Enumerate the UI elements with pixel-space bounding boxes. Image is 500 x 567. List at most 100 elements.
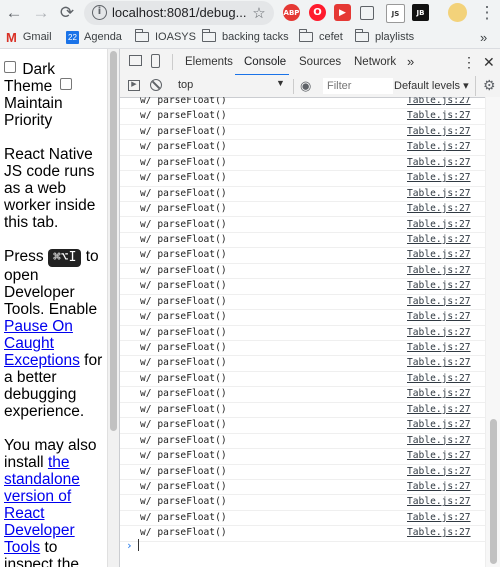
log-source-link[interactable]: Table.js:27	[407, 280, 471, 291]
console-scrollbar[interactable]	[485, 97, 500, 567]
folder-icon	[134, 29, 149, 42]
folder-icon	[298, 29, 313, 42]
tab-elements[interactable]: Elements	[185, 49, 233, 75]
js-extension-icon[interactable]: JS	[386, 4, 405, 23]
log-source-link[interactable]: Table.js:27	[407, 249, 471, 260]
video-extension-icon[interactable]: ▶	[334, 4, 351, 21]
console-prompt[interactable]: ›	[120, 537, 485, 555]
log-source-link[interactable]: Table.js:27	[407, 373, 471, 384]
console-filter-input[interactable]	[323, 78, 393, 94]
console-log-row: w/ parseFloat() Table.js:27	[120, 341, 485, 357]
tab-sources[interactable]: Sources	[299, 49, 341, 75]
screen-capture-icon[interactable]	[360, 6, 374, 20]
console-log-row: w/ parseFloat() Table.js:27	[120, 326, 485, 341]
bookmark-backing-tacks[interactable]: backing tacks	[201, 29, 289, 45]
bookmark-agenda[interactable]: 22 Agenda	[66, 29, 122, 45]
log-source-link[interactable]: Table.js:27	[407, 466, 471, 477]
log-message: w/ parseFloat()	[140, 110, 227, 122]
log-message: w/ parseFloat()	[140, 481, 227, 492]
tab-network[interactable]: Network	[354, 49, 396, 75]
console-log-row: w/ parseFloat() Table.js:27	[120, 279, 485, 295]
info-icon[interactable]: i	[92, 5, 107, 20]
console-settings-gear-icon[interactable]: ⚙	[483, 77, 496, 94]
log-source-link[interactable]: Table.js:27	[407, 188, 471, 199]
log-message: w/ parseFloat()	[140, 141, 227, 153]
log-message: w/ parseFloat()	[140, 295, 227, 307]
press-text: Press	[4, 248, 44, 265]
tab-console[interactable]: Console	[244, 49, 286, 75]
device-toolbar-icon[interactable]	[151, 54, 160, 68]
bookmark-star-icon[interactable]: ☆	[248, 2, 270, 24]
log-source-link[interactable]: Table.js:27	[407, 126, 471, 137]
log-levels-dropdown[interactable]: Default levels ▾	[394, 78, 469, 94]
eye-icon[interactable]: ◉	[300, 79, 311, 93]
context-selector[interactable]: top ▼	[170, 78, 288, 94]
log-message: w/ parseFloat()	[140, 249, 227, 261]
log-source-link[interactable]: Table.js:27	[407, 234, 471, 245]
forward-arrow-icon[interactable]: →	[30, 2, 52, 24]
url-text[interactable]: localhost:8081/debug...	[112, 5, 246, 20]
log-message: w/ parseFloat()	[140, 125, 227, 137]
adblock-extension-icon[interactable]: ABP	[283, 4, 300, 21]
show-sidebar-icon[interactable]: ▶	[128, 80, 140, 91]
console-messages: w/ parseFloat() Table.js:27 w/ parseFloat(…	[120, 97, 485, 567]
log-source-link[interactable]: Table.js:27	[407, 219, 471, 230]
address-bar[interactable]: i localhost:8081/debug...	[84, 1, 274, 25]
log-source-link[interactable]: Table.js:27	[407, 141, 471, 152]
log-source-link[interactable]: Table.js:27	[407, 435, 471, 446]
log-source-link[interactable]: Table.js:27	[407, 97, 471, 106]
more-tabs-button[interactable]: »	[407, 49, 414, 75]
maintain-priority-checkbox[interactable]	[59, 78, 72, 90]
log-source-link[interactable]: Table.js:27	[407, 110, 471, 121]
log-source-link[interactable]: Table.js:27	[407, 172, 471, 183]
console-log-row: w/ parseFloat() Table.js:27	[120, 434, 485, 450]
devtools-menu-icon[interactable]: ⋮	[462, 49, 476, 75]
page-scrollbar-thumb[interactable]	[110, 51, 117, 431]
bookmark-ioasys[interactable]: IOASYS	[134, 29, 196, 45]
log-source-link[interactable]: Table.js:27	[407, 296, 471, 307]
log-source-link[interactable]: Table.js:27	[407, 311, 471, 322]
log-source-link[interactable]: Table.js:27	[407, 388, 471, 399]
log-source-link[interactable]: Table.js:27	[407, 157, 471, 168]
log-source-link[interactable]: Table.js:27	[407, 203, 471, 214]
log-source-link[interactable]: Table.js:27	[407, 512, 471, 523]
chevron-down-icon: ▼	[276, 78, 285, 88]
reload-icon[interactable]: ⟳	[56, 2, 78, 24]
close-devtools-icon[interactable]: ✕	[483, 49, 495, 75]
jb-extension-icon[interactable]: JB	[412, 4, 429, 21]
pause-on-exceptions-link[interactable]: Pause On Caught Exceptions	[4, 318, 80, 369]
log-source-link[interactable]: Table.js:27	[407, 419, 471, 430]
log-source-link[interactable]: Table.js:27	[407, 404, 471, 415]
console-log-row: w/ parseFloat() Table.js:27	[120, 187, 485, 203]
bookmark-label: playlists	[375, 31, 415, 43]
bookmarks-bar: M Gmail 22 Agenda IOASYS backing tacks c…	[0, 26, 500, 49]
devtools-tabbar: Elements Console Sources Network » ⋮ ✕	[120, 49, 500, 76]
chrome-menu-icon[interactable]: ⋮	[476, 2, 498, 24]
log-source-link[interactable]: Table.js:27	[407, 342, 471, 353]
log-message: w/ parseFloat()	[140, 403, 227, 415]
inspect-element-icon[interactable]	[129, 55, 142, 66]
console-scrollbar-thumb[interactable]	[490, 419, 497, 564]
opera-extension-icon[interactable]: O	[309, 4, 326, 21]
bookmark-gmail[interactable]: M Gmail	[6, 29, 52, 45]
page-scrollbar[interactable]	[107, 49, 119, 567]
log-source-link[interactable]: Table.js:27	[407, 450, 471, 461]
log-message: w/ parseFloat()	[140, 465, 227, 477]
back-arrow-icon[interactable]: ←	[3, 2, 25, 24]
bookmark-playlists[interactable]: playlists	[354, 29, 415, 45]
log-source-link[interactable]: Table.js:27	[407, 357, 471, 368]
bookmarks-overflow[interactable]: »	[480, 29, 487, 45]
profile-avatar[interactable]	[448, 3, 467, 22]
console-log-row: w/ parseFloat() Table.js:27	[120, 125, 485, 141]
clear-console-icon[interactable]	[150, 79, 162, 91]
log-message: w/ parseFloat()	[140, 388, 227, 400]
console-log-row: w/ parseFloat() Table.js:27	[120, 495, 485, 511]
bookmark-cefet[interactable]: cefet	[298, 29, 343, 45]
dark-theme-checkbox[interactable]	[4, 61, 16, 73]
log-source-link[interactable]: Table.js:27	[407, 265, 471, 276]
log-source-link[interactable]: Table.js:27	[407, 327, 471, 338]
bookmark-label: Gmail	[22, 31, 52, 43]
log-source-link[interactable]: Table.js:27	[407, 481, 471, 492]
log-source-link[interactable]: Table.js:27	[407, 496, 471, 507]
log-message: w/ parseFloat()	[140, 187, 227, 199]
